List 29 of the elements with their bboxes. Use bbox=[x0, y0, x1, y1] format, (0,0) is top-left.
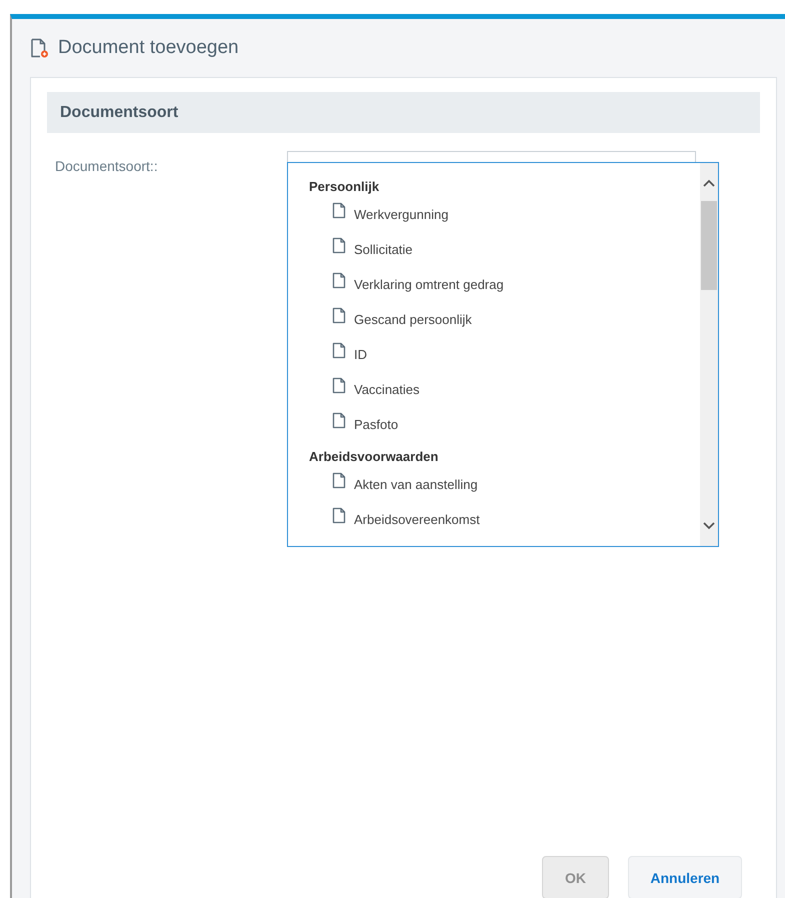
group-heading: Persoonlijk bbox=[309, 178, 380, 196]
group-heading: Arbeidsvoorwaarden bbox=[309, 448, 440, 466]
dropdown-option[interactable]: ID bbox=[332, 342, 700, 377]
section-title: Documentsoort bbox=[60, 102, 178, 122]
dropdown-option[interactable]: Sollicitatie bbox=[332, 237, 700, 272]
chevron-up-icon[interactable] bbox=[703, 179, 715, 187]
dropdown-option[interactable]: Vaccinaties bbox=[332, 377, 700, 412]
dropdown-option[interactable]: Verklaring omtrent gedrag bbox=[332, 272, 700, 307]
document-icon bbox=[332, 237, 346, 254]
document-icon bbox=[332, 472, 346, 489]
document-icon bbox=[332, 342, 346, 359]
document-add-icon bbox=[30, 38, 50, 58]
dropdown-option[interactable]: Werkvergunning bbox=[332, 202, 700, 237]
field-label: Documentsoort:: bbox=[54, 157, 159, 176]
document-icon bbox=[332, 507, 346, 524]
document-icon bbox=[332, 307, 346, 324]
dropdown-option[interactable]: Akten van aanstelling bbox=[332, 472, 700, 507]
dropdown-option[interactable]: Gescand persoonlijk bbox=[332, 307, 700, 342]
cancel-button[interactable]: Annuleren bbox=[628, 856, 742, 898]
document-icon bbox=[332, 377, 346, 394]
scrollbar[interactable] bbox=[700, 163, 718, 546]
dialog-title: Document toevoegen bbox=[58, 36, 239, 60]
document-icon bbox=[332, 412, 346, 429]
document-icon bbox=[332, 202, 346, 219]
dropdown-option[interactable]: Arbeidsovereenkomst bbox=[332, 507, 700, 542]
document-icon bbox=[332, 272, 346, 289]
chevron-down-icon[interactable] bbox=[703, 522, 715, 530]
scrollbar-thumb[interactable] bbox=[701, 201, 717, 290]
dropdown-option[interactable]: Pasfoto bbox=[332, 412, 700, 447]
